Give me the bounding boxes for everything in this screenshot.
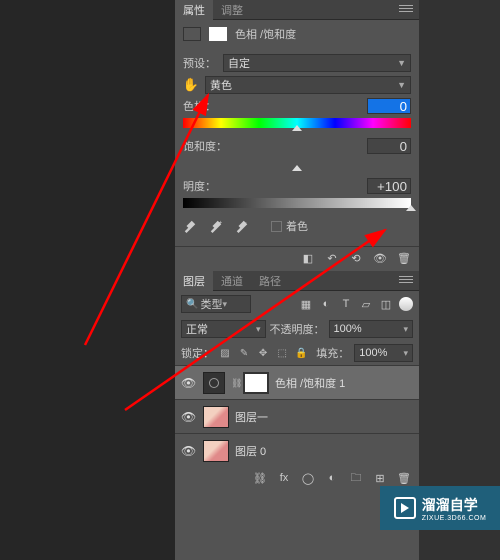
- visibility-toggle[interactable]: 👁: [181, 410, 195, 424]
- tab-properties[interactable]: 属性: [175, 0, 213, 21]
- visibility-toggle[interactable]: 👁: [181, 376, 195, 390]
- lightness-label: 明度：: [183, 178, 216, 194]
- filter-smart-icon[interactable]: ◫: [379, 297, 393, 311]
- preset-label: 预设：: [183, 55, 223, 71]
- colorize-checkbox[interactable]: [271, 221, 282, 232]
- new-layer-icon[interactable]: ⊞: [373, 471, 387, 485]
- layers-filter-row: 🔍 类型 ▾ ▦ ◐ T ▱ ◫: [175, 291, 419, 317]
- chevron-down-icon: ▾: [222, 299, 227, 310]
- fx-icon[interactable]: fx: [277, 471, 291, 485]
- saturation-label: 饱和度：: [183, 138, 227, 154]
- mask-icon[interactable]: ◯: [301, 471, 315, 485]
- collapsed-panels: [419, 0, 500, 560]
- color-range-select[interactable]: 黄色▼: [205, 76, 411, 94]
- visibility-icon[interactable]: 👁: [373, 251, 387, 265]
- filter-toggle[interactable]: [399, 297, 413, 311]
- reset-icon[interactable]: ⟲: [349, 251, 363, 265]
- saturation-slider[interactable]: [183, 158, 411, 168]
- layer-name[interactable]: 图层 0: [235, 443, 266, 459]
- fill-label: 填充：: [316, 345, 349, 361]
- search-icon: 🔍: [186, 299, 198, 310]
- tab-adjust[interactable]: 调整: [213, 0, 251, 21]
- visibility-toggle[interactable]: 👁: [181, 444, 195, 458]
- slider-thumb[interactable]: [406, 205, 416, 211]
- properties-tabbar: 属性 调整: [175, 0, 419, 20]
- layer-name[interactable]: 图层一: [235, 409, 268, 425]
- tab-layers[interactable]: 图层: [175, 270, 213, 292]
- hue-label: 色相：: [183, 98, 216, 114]
- lock-label: 锁定：: [181, 345, 214, 361]
- watermark: 溜溜自学 ZIXUE.3D66.COM: [380, 486, 500, 530]
- clip-icon[interactable]: ◧: [301, 251, 315, 265]
- trash-icon[interactable]: 🗑: [397, 471, 411, 485]
- canvas-area: [0, 0, 175, 560]
- saturation-input[interactable]: [367, 138, 411, 154]
- hue-input[interactable]: [367, 98, 411, 114]
- lightness-slider[interactable]: [183, 198, 411, 208]
- eyedropper-row: + - 着色: [183, 218, 411, 234]
- adjustment-header: 色相 /饱和度: [175, 20, 419, 44]
- chevron-down-icon: ▾: [256, 324, 261, 335]
- layer-row[interactable]: 👁 图层 0: [175, 433, 419, 467]
- layer-thumb: [203, 406, 229, 428]
- eyedropper-plus-icon[interactable]: +: [209, 219, 223, 233]
- slider-thumb[interactable]: [292, 125, 302, 131]
- adjustment-thumb-icon: [203, 372, 225, 394]
- lock-all-icon[interactable]: 🔒: [295, 347, 307, 359]
- lock-position-icon[interactable]: ✥: [257, 347, 269, 359]
- slider-thumb[interactable]: [292, 165, 302, 171]
- link-icon: ⛓: [231, 378, 239, 388]
- filter-adjust-icon[interactable]: ◐: [319, 297, 333, 311]
- svg-text:+: +: [219, 219, 223, 226]
- chevron-down-icon: ▼: [397, 80, 406, 90]
- play-icon: [394, 497, 416, 519]
- preset-select[interactable]: 自定▼: [223, 54, 411, 72]
- right-panels: 属性 调整 色相 /饱和度 预设： 自定▼ ✋ 黄色▼ 色相： 饱: [175, 0, 419, 560]
- panel-menu-icon[interactable]: [399, 3, 413, 17]
- lock-artboard-icon[interactable]: ⬚: [276, 347, 288, 359]
- blend-mode-select[interactable]: 正常▾: [181, 320, 266, 338]
- mask-thumb[interactable]: [243, 372, 269, 394]
- layer-row[interactable]: 👁 图层一: [175, 399, 419, 433]
- opacity-label: 不透明度：: [270, 321, 325, 337]
- link-layers-icon[interactable]: ⛓: [253, 471, 267, 485]
- blend-row: 正常▾ 不透明度： 100%▾: [175, 317, 419, 341]
- new-group-icon[interactable]: 🗀: [349, 471, 363, 485]
- filter-type-icon[interactable]: T: [339, 297, 353, 311]
- properties-footer: ◧ ↶ ⟲ 👁 🗑: [175, 246, 419, 271]
- lock-image-icon[interactable]: ✎: [238, 347, 250, 359]
- lock-transparent-icon[interactable]: ▨: [219, 347, 231, 359]
- opacity-input[interactable]: 100%▾: [329, 320, 414, 338]
- eyedropper-minus-icon[interactable]: -: [235, 219, 249, 233]
- trash-icon[interactable]: 🗑: [397, 251, 411, 265]
- new-adjustment-icon[interactable]: ◐: [325, 471, 339, 485]
- target-adjust-icon[interactable]: ✋: [183, 77, 199, 93]
- hue-slider[interactable]: [183, 118, 411, 128]
- tab-paths[interactable]: 路径: [251, 270, 289, 292]
- lightness-input[interactable]: [367, 178, 411, 194]
- colorize-label: 着色: [286, 218, 308, 234]
- mask-icon: [209, 27, 227, 41]
- filter-pixel-icon[interactable]: ▦: [299, 297, 313, 311]
- svg-text:-: -: [245, 219, 247, 226]
- layers-tabbar: 图层 通道 路径: [175, 271, 419, 291]
- layer-row[interactable]: 👁 ⛓ 色相 /饱和度 1: [175, 365, 419, 399]
- tab-channels[interactable]: 通道: [213, 270, 251, 292]
- layer-kind-select[interactable]: 🔍 类型 ▾: [181, 295, 251, 313]
- lock-row: 锁定： ▨ ✎ ✥ ⬚ 🔒 填充： 100%▾: [175, 341, 419, 365]
- layer-name[interactable]: 色相 /饱和度 1: [275, 375, 345, 391]
- chevron-down-icon: ▼: [397, 58, 406, 68]
- previous-state-icon[interactable]: ↶: [325, 251, 339, 265]
- panel-menu-icon[interactable]: [399, 274, 413, 288]
- filter-shape-icon[interactable]: ▱: [359, 297, 373, 311]
- hue-adjustment-icon: [183, 27, 201, 41]
- eyedropper-icon[interactable]: [183, 219, 197, 233]
- properties-body: 预设： 自定▼ ✋ 黄色▼ 色相： 饱和度： 明度：: [175, 44, 419, 240]
- fill-input[interactable]: 100%▾: [354, 344, 413, 362]
- adjustment-title: 色相 /饱和度: [235, 26, 296, 42]
- layer-thumb: [203, 440, 229, 462]
